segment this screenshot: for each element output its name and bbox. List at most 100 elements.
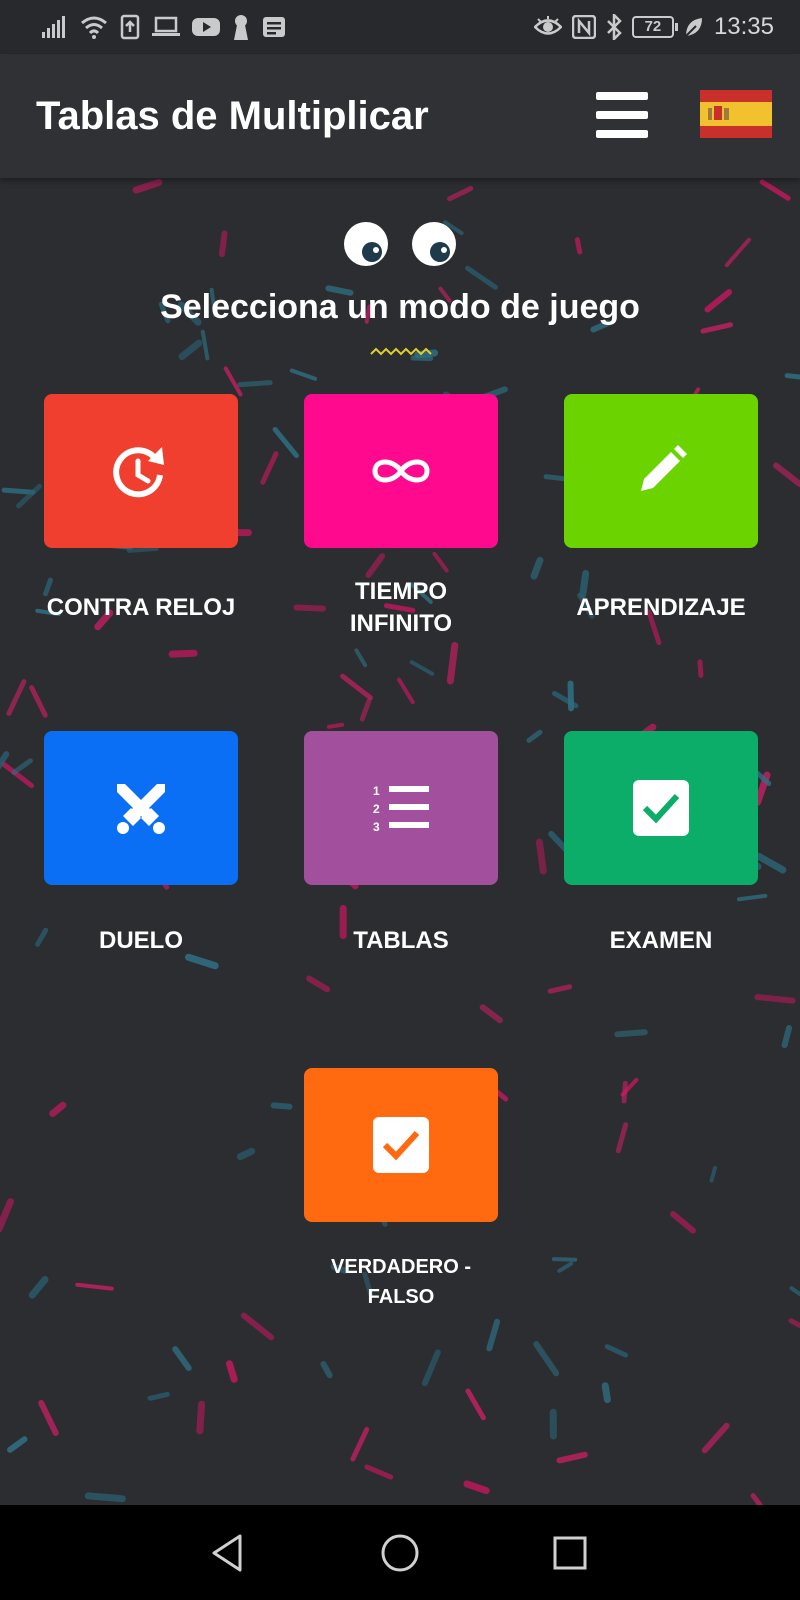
confetti-piece <box>270 1102 293 1110</box>
confetti-piece <box>132 178 163 194</box>
mode-duelo[interactable]: DUELO <box>44 731 238 957</box>
confetti-piece <box>340 673 373 701</box>
confetti-piece <box>773 462 800 488</box>
mode-label: APRENDIZAJE <box>576 594 746 621</box>
confetti-piece <box>75 1282 114 1291</box>
pencil-icon <box>641 445 687 491</box>
checkbox-icon <box>373 1117 429 1173</box>
confetti-piece <box>218 230 228 258</box>
status-time: 13:35 <box>713 13 774 40</box>
nfc-icon <box>571 15 596 39</box>
bluetooth-icon <box>607 14 622 40</box>
status-bar-notifications <box>42 12 286 42</box>
confetti-piece <box>533 1341 560 1377</box>
svg-text:3: 3 <box>373 820 380 833</box>
mode-label: VERDADERO - FALSO <box>330 1256 471 1308</box>
signal-icon <box>42 16 65 38</box>
confetti-piece <box>556 1451 588 1464</box>
mode-label: CONTRA RELOJ <box>46 594 236 621</box>
mode-tile[interactable] <box>44 731 238 885</box>
eye-icon <box>533 16 562 35</box>
mode-tile[interactable] <box>564 731 758 885</box>
crossed-swords-icon <box>117 784 165 834</box>
status-bar: 72 13:35 <box>0 0 800 54</box>
confetti-piece <box>272 426 299 459</box>
hamburger-menu-icon-bar <box>596 130 648 138</box>
svg-text:2: 2 <box>373 802 380 816</box>
confetti-piece <box>184 953 219 970</box>
laptop-icon <box>152 16 180 36</box>
confetti-piece <box>409 660 435 676</box>
mode-tile[interactable] <box>304 394 498 548</box>
mode-tiempo-infinito[interactable]: TIEMPO INFINITO <box>304 394 498 640</box>
confetti-piece <box>463 1480 490 1495</box>
confetti-piece <box>320 1360 333 1379</box>
confetti-piece <box>11 758 33 775</box>
confetti-piece <box>724 237 751 268</box>
menu-button[interactable] <box>594 90 650 140</box>
checkbox-icon <box>633 780 689 836</box>
confetti-piece <box>306 975 331 993</box>
confetti-piece <box>447 185 474 202</box>
confetti-piece <box>7 1436 28 1453</box>
confetti-piece <box>359 698 372 722</box>
confetti-piece <box>547 984 573 994</box>
confetti-piece <box>240 1312 275 1341</box>
infinity-icon <box>372 459 430 483</box>
confetti-piece <box>709 1165 718 1183</box>
status-bar-system: 72 13:35 <box>533 10 774 44</box>
confetti-piece <box>750 1493 777 1505</box>
mode-tile[interactable] <box>44 394 238 548</box>
system-nav-bar <box>0 1505 800 1600</box>
confetti-piece <box>551 1257 578 1262</box>
home-circle-icon[interactable] <box>377 1530 423 1576</box>
keyhole-icon <box>234 15 248 40</box>
confetti-piece <box>84 1492 126 1503</box>
app-bar: Tablas de Multiplicar <box>0 54 800 178</box>
mode-label: DUELO <box>99 927 183 954</box>
confetti-piece <box>574 237 583 255</box>
timer-restart-icon <box>113 447 164 498</box>
confetti-piece <box>604 1344 629 1358</box>
mode-examen[interactable]: EXAMEN <box>564 731 758 957</box>
mode-label: TABLAS <box>353 927 449 954</box>
confetti-piece <box>759 179 791 201</box>
confetti-piece <box>601 1382 611 1404</box>
message-icon <box>263 17 285 37</box>
mode-contra-reloj[interactable]: CONTRA RELOJ <box>44 394 238 624</box>
mode-aprendizaje[interactable]: APRENDIZAJE <box>564 394 758 624</box>
confetti-piece <box>784 373 800 381</box>
confetti-piece <box>168 649 198 658</box>
confetti-piece <box>479 1004 504 1024</box>
hamburger-menu-icon-bar <box>596 111 648 119</box>
confetti-piece <box>621 1080 628 1104</box>
confetti-piece <box>446 641 459 685</box>
confetti-piece <box>6 679 27 716</box>
svg-text:1: 1 <box>373 784 380 798</box>
squiggle-divider <box>370 347 432 356</box>
confetti-piece <box>49 1101 67 1117</box>
confetti-piece <box>225 1360 238 1383</box>
back-triangle-icon[interactable] <box>204 1530 250 1576</box>
language-button[interactable] <box>700 90 772 138</box>
mode-verdadero-falso[interactable]: VERDADERO - FALSO <box>304 1068 498 1312</box>
mode-label: TIEMPO INFINITO <box>349 578 453 637</box>
confetti-piece <box>397 677 415 705</box>
mode-tile[interactable]: 1 2 3 <box>304 731 498 885</box>
confetti-piece <box>1 487 36 495</box>
confetti-piece <box>196 1400 206 1435</box>
confetti-piece <box>350 1427 370 1462</box>
confetti-piece <box>289 368 318 381</box>
page-title: Selecciona un modo de juego <box>160 288 640 326</box>
mode-tile[interactable] <box>564 394 758 548</box>
confetti-piece <box>354 648 368 668</box>
confetti-piece <box>567 680 575 712</box>
confetti-piece <box>237 380 273 388</box>
confetti-piece <box>465 1388 486 1421</box>
mode-tablas[interactable]: 1 2 3 TABLAS <box>304 731 498 957</box>
mode-tile[interactable] <box>304 1068 498 1222</box>
upload-icon <box>120 14 140 40</box>
confetti-piece <box>788 1318 800 1335</box>
confetti-piece <box>223 366 243 397</box>
recents-square-icon[interactable] <box>547 1530 593 1576</box>
